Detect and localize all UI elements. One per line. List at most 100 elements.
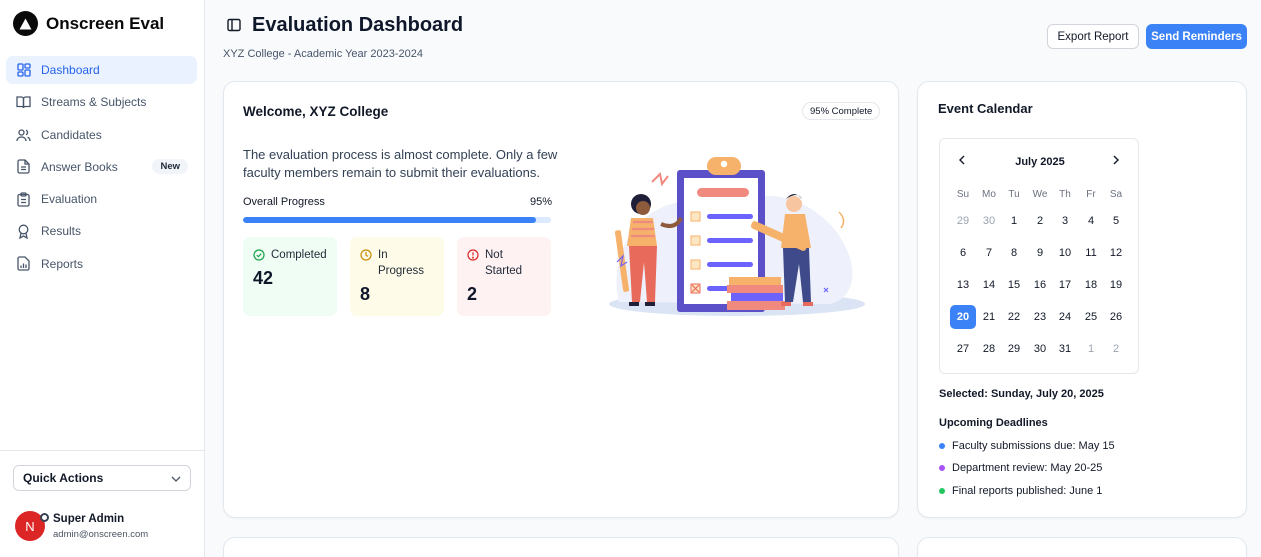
users-icon	[16, 127, 31, 142]
sidebar-item-label: Dashboard	[41, 63, 100, 77]
calendar-day[interactable]: 12	[1103, 241, 1129, 265]
export-report-button[interactable]: Export Report	[1047, 24, 1139, 49]
calendar-day[interactable]: 22	[1001, 305, 1027, 329]
sidebar-item-evaluation[interactable]: Evaluation	[6, 185, 197, 213]
alert-circle-icon	[467, 247, 479, 266]
calendar-day[interactable]: 1	[1001, 209, 1027, 233]
deadline-dot	[939, 488, 945, 494]
weekday-label: Th	[1059, 189, 1071, 200]
weekday-label: Sa	[1109, 189, 1123, 200]
calendar-day[interactable]: 30	[976, 209, 1002, 233]
calendar-day[interactable]: 27	[950, 337, 976, 361]
sidebar-item-dashboard[interactable]: Dashboard	[6, 56, 197, 84]
stat-in-progress: In Progress 8	[350, 237, 444, 316]
deadline-item: Faculty submissions due: May 15	[939, 440, 1115, 452]
calendar-day[interactable]: 18	[1078, 273, 1104, 297]
check-circle-icon	[253, 247, 265, 266]
clipboard-icon	[16, 192, 31, 207]
calendar-day[interactable]: 24	[1052, 305, 1078, 329]
calendar-day[interactable]: 7	[976, 241, 1002, 265]
stat-not-started-label-2: Started	[485, 265, 523, 277]
calendar-title: Event Calendar	[938, 101, 1033, 116]
progress-fill	[243, 217, 536, 223]
calendar-day[interactable]: 16	[1027, 273, 1053, 297]
calendar-day[interactable]: 26	[1103, 305, 1129, 329]
deadline-item: Department review: May 20-25	[939, 462, 1102, 474]
quick-actions-dropdown[interactable]: Quick Actions	[13, 465, 191, 491]
calendar-day[interactable]: 14	[976, 273, 1002, 297]
progress-bar	[243, 217, 551, 223]
weekday-label: Su	[956, 189, 970, 200]
deadline-text: Final reports published: June 1	[952, 485, 1103, 497]
calendar-day[interactable]: 29	[950, 209, 976, 233]
chevron-down-icon	[171, 471, 181, 485]
sidebar-item-label: Results	[41, 224, 82, 239]
calendar-day[interactable]: 19	[1103, 273, 1129, 297]
stat-in-progress-label-2: Progress	[378, 265, 425, 277]
sidebar-item-label: Evaluation	[41, 192, 98, 207]
sidebar: Onscreen Eval Dashboard Streams & Subjec…	[0, 0, 205, 557]
calendar-day[interactable]: 2	[1027, 209, 1053, 233]
stat-completed-value: 42	[253, 268, 274, 288]
calendar-day[interactable]: 4	[1078, 209, 1104, 233]
calendar-day[interactable]: 31	[1052, 337, 1078, 361]
grid-icon	[16, 63, 31, 78]
bar-chart-icon	[16, 256, 31, 271]
status-dot	[40, 513, 49, 522]
calendar-day[interactable]: 29	[1001, 337, 1027, 361]
progress-label: Overall Progress	[243, 196, 325, 208]
deadline-dot	[939, 443, 945, 449]
sidebar-item-results[interactable]: Results	[6, 217, 197, 245]
calendar-day[interactable]: 2	[1103, 337, 1129, 361]
weekday-label: Fr	[1086, 189, 1096, 200]
welcome-card: Welcome, XYZ College 95% Complete The ev…	[223, 81, 899, 518]
weekday-label: Tu	[1008, 189, 1020, 200]
sidebar-item-streams-subjects[interactable]: Streams & Subjects	[6, 88, 197, 116]
avatar: N	[15, 511, 49, 541]
page-subtitle: XYZ College - Academic Year 2023-2024	[223, 48, 423, 60]
brand[interactable]: Onscreen Eval	[13, 11, 164, 36]
sidebar-item-answer-books[interactable]: Answer Books New	[6, 153, 197, 181]
calendar-day[interactable]: 25	[1078, 305, 1104, 329]
deadline-text: Department review: May 20-25	[952, 462, 1103, 474]
calendar-day[interactable]: 20	[950, 305, 976, 329]
calendar-day[interactable]: 1	[1078, 337, 1104, 361]
calendar-day[interactable]: 6	[950, 241, 976, 265]
sidebar-item-label: Candidates	[41, 127, 102, 142]
calendar-day[interactable]: 3	[1052, 209, 1078, 233]
deadline-text: Faculty submissions due: May 15	[952, 440, 1115, 452]
avatar-initial: N	[25, 518, 35, 534]
user-name: Super Admin	[53, 512, 125, 525]
calendar-month: July 2025	[1015, 156, 1065, 168]
calendar-day[interactable]: 8	[1001, 241, 1027, 265]
weekday-label: Mo	[982, 189, 996, 200]
page-title: Evaluation Dashboard	[252, 14, 464, 36]
calendar-day[interactable]: 17	[1052, 273, 1078, 297]
stat-not-started-label-1: Not	[485, 249, 503, 261]
calendar-day[interactable]: 30	[1027, 337, 1053, 361]
brand-name: Onscreen Eval	[46, 13, 165, 33]
calendar-day[interactable]: 28	[976, 337, 1002, 361]
stat-completed: Completed 42	[243, 237, 337, 316]
sidebar-item-reports[interactable]: Reports	[6, 250, 197, 278]
sidebar-item-candidates[interactable]: Candidates	[6, 121, 197, 149]
chevron-right-icon[interactable]	[1112, 153, 1120, 168]
calendar-day[interactable]: 9	[1027, 241, 1053, 265]
calendar-day[interactable]: 13	[950, 273, 976, 297]
bottom-card	[223, 537, 899, 557]
calendar: July 2025 Su Mo Tu We Th Fr Sa 29 30 1 2 3 4 5 6 7 8 9 10 1…	[939, 138, 1139, 374]
calendar-day[interactable]: 21	[976, 305, 1002, 329]
user-profile[interactable]: N Super Admin admin@onscreen.com	[15, 511, 148, 541]
calendar-day[interactable]: 15	[1001, 273, 1027, 297]
stat-not-started-value: 2	[467, 284, 478, 304]
calendar-day[interactable]: 23	[1027, 305, 1053, 329]
sidebar-footer: Quick Actions N Super Admin admin@onscre…	[0, 450, 205, 557]
sidebar-toggle-icon[interactable]	[227, 18, 241, 37]
send-reminders-button[interactable]: Send Reminders	[1146, 24, 1247, 49]
logo-icon	[13, 11, 38, 36]
selected-date: Selected: Sunday, July 20, 2025	[939, 388, 1104, 400]
calendar-day[interactable]: 5	[1103, 209, 1129, 233]
calendar-day[interactable]: 10	[1052, 241, 1078, 265]
deadline-item: Final reports published: June 1	[939, 485, 1102, 497]
calendar-day[interactable]: 11	[1078, 241, 1104, 265]
